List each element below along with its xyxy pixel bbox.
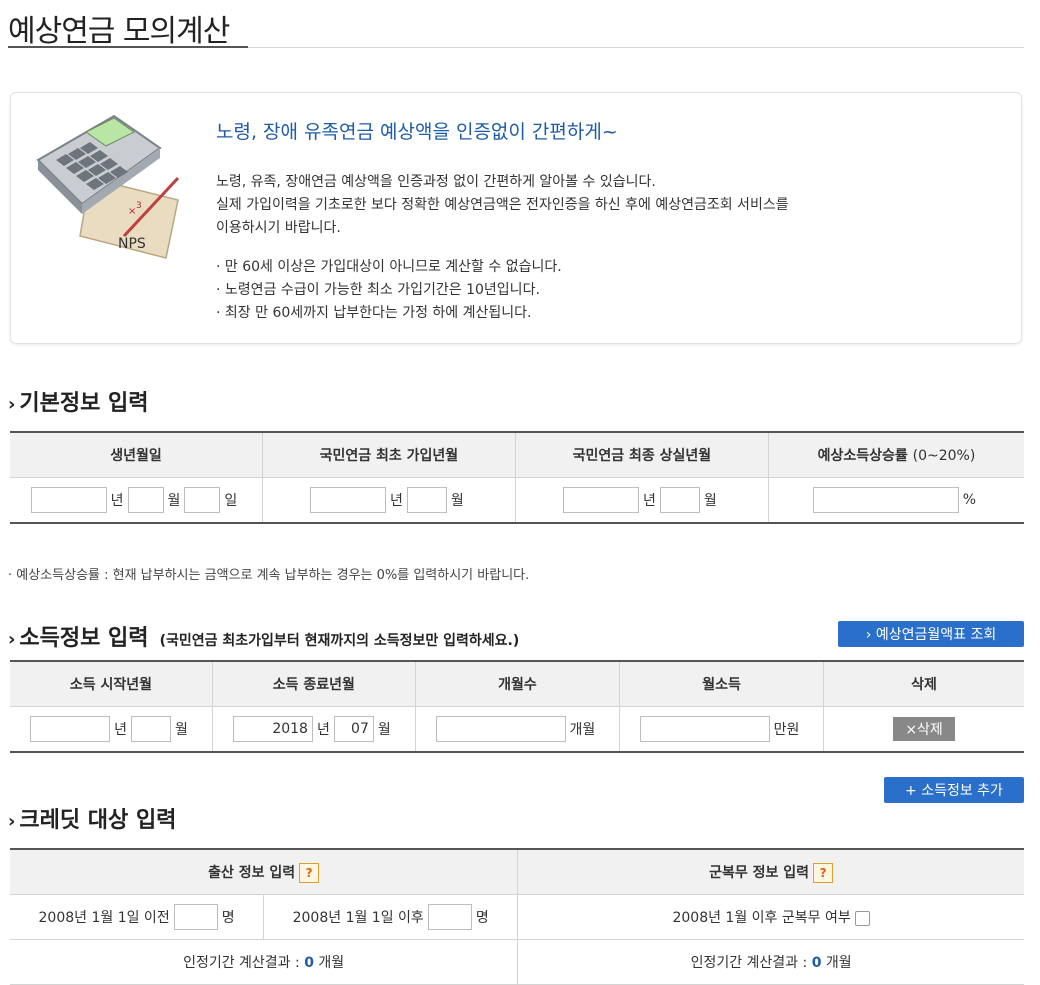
header-last-loss: 국민연금 최종 상실년월 <box>514 432 769 478</box>
income-end-cell: 2018 년 07 월 <box>211 706 416 753</box>
header-monthly-income: 월소득 <box>618 661 824 707</box>
delete-cell: ×삭제 <box>823 706 1024 753</box>
income-start-cell: 년월 <box>10 706 213 753</box>
birth-year-input[interactable] <box>30 487 107 513</box>
first-join-cell: 년월 <box>261 477 516 524</box>
intro-line-1: 노령, 유족, 장애연금 예상액을 인증과정 없이 간편하게 알아볼 수 있습니… <box>216 174 656 190</box>
intro-note-1: · 만 60세 이상은 가입대상이 아니므로 계산할 수 없습니다. <box>216 259 562 275</box>
header-income-start: 소득 시작년월 <box>10 661 213 707</box>
last-loss-year-input[interactable] <box>562 487 639 513</box>
birth-month-input[interactable] <box>127 487 164 513</box>
header-income-rate: 예상소득상승률 (0~20%) <box>767 432 1024 478</box>
nps-label: NPS <box>118 236 146 252</box>
birth-day-input[interactable] <box>184 487 221 513</box>
page-title: 예상연금 모의계산 <box>8 14 230 49</box>
income-end-year-input[interactable]: 2018 <box>232 716 313 742</box>
svg-text:3: 3 <box>136 201 142 211</box>
birthdate-cell: 년월일 <box>10 477 263 524</box>
income-section-header: › 소득정보 입력 (국민연금 최초가입부터 현재까지의 소득정보만 입력하세요.… <box>8 620 519 652</box>
birth-info-header: 출산 정보 입력? <box>10 849 518 895</box>
income-section-subtitle: (국민연금 최초가입부터 현재까지의 소득정보만 입력하세요.) <box>159 633 520 649</box>
chevron-right-icon: › <box>8 811 16 832</box>
add-income-button[interactable]: + 소득정보 추가 <box>884 777 1024 803</box>
header-income-end: 소득 종료년월 <box>211 661 416 707</box>
income-table: 소득 시작년월 소득 종료년월 개월수 월소득 삭제 년월 2018 년 07 월 개… <box>10 660 1024 753</box>
birth-after-input[interactable] <box>427 904 472 930</box>
monthly-income-input[interactable] <box>639 716 770 742</box>
credit-table: 출산 정보 입력? 군복무 정보 입력? 2008년 1월 1일 이전 명 200… <box>10 848 1024 985</box>
income-rate-input[interactable] <box>812 487 959 513</box>
basic-info-table: 생년월일 국민연금 최초 가입년월 국민연금 최종 상실년월 예상소득상승률 (… <box>10 431 1024 524</box>
header-first-join: 국민연금 최초 가입년월 <box>261 432 516 478</box>
header-birthdate: 생년월일 <box>10 432 263 478</box>
last-loss-month-input[interactable] <box>659 487 700 513</box>
military-help-icon[interactable]: ? <box>813 862 834 883</box>
first-join-year-input[interactable] <box>310 487 387 513</box>
basic-section-title: › 기본정보 입력 <box>8 391 149 416</box>
military-result-cell: 인정기간 계산결과 : 0 개월 <box>517 939 1024 985</box>
birth-after-cell: 2008년 1월 1일 이후 명 <box>263 894 518 940</box>
calculator-icon: × 3 NPS <box>36 114 180 259</box>
intro-note-3: · 최장 만 60세까지 납부한다는 가정 하에 계산됩니다. <box>216 305 532 321</box>
income-end-month-input[interactable]: 07 <box>333 716 374 742</box>
income-section-title: › 소득정보 입력 <box>8 626 149 651</box>
income-start-year-input[interactable] <box>30 716 111 742</box>
military-info-header: 군복무 정보 입력? <box>517 849 1024 895</box>
income-rate-note: · 예상소득상승률 : 현재 납부하시는 금액으로 계속 납부하는 경우는 0%… <box>8 568 530 583</box>
military-service-checkbox[interactable] <box>854 910 870 926</box>
birth-result-value: 0 <box>304 955 314 971</box>
birth-help-icon[interactable]: ? <box>299 862 320 883</box>
intro-note-2: · 노령연금 수급이 가능한 최소 가입기간은 10년입니다. <box>216 282 540 298</box>
monthly-income-cell: 만원 <box>618 706 824 753</box>
chevron-right-icon: › <box>8 394 16 415</box>
header-months: 개월수 <box>414 661 620 707</box>
birth-result-cell: 인정기간 계산결과 : 0 개월 <box>10 939 518 985</box>
months-cell: 개월 <box>414 706 620 753</box>
military-result-value: 0 <box>811 955 822 971</box>
months-input[interactable] <box>435 716 566 742</box>
pension-table-lookup-button[interactable]: › 예상연금월액표 조회 <box>838 621 1024 647</box>
military-cell: 2008년 1월 이후 군복무 여부 <box>517 894 1024 940</box>
income-rate-cell: % <box>767 477 1024 524</box>
delete-income-button[interactable]: ×삭제 <box>893 717 955 741</box>
birth-before-input[interactable] <box>173 904 218 930</box>
header-delete: 삭제 <box>823 661 1024 707</box>
intro-heading: 노령, 장애 유족연금 예상액을 인증없이 간편하게~ <box>216 121 618 143</box>
income-start-month-input[interactable] <box>130 716 171 742</box>
intro-line-2: 실제 가입이력을 기초로한 보다 정확한 예상연금액은 전자인증을 하신 후에 … <box>216 197 789 213</box>
first-join-month-input[interactable] <box>406 487 447 513</box>
intro-line-3: 이용하시기 바랍니다. <box>216 220 341 236</box>
credit-section-title: › 크레딧 대상 입력 <box>8 808 177 833</box>
last-loss-cell: 년월 <box>514 477 769 524</box>
birth-before-cell: 2008년 1월 1일 이전 명 <box>10 894 264 940</box>
title-divider <box>8 46 1024 48</box>
